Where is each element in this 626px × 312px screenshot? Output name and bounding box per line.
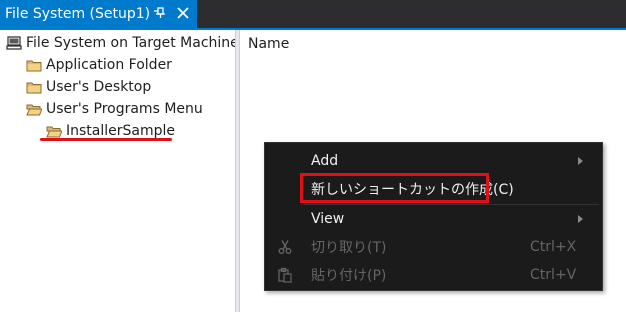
menu-item-cut[interactable]: 切り取り(T) Ctrl+X: [265, 233, 602, 261]
submenu-arrow-icon: [578, 157, 583, 165]
document-tab-strip: File System (Setup1): [0, 0, 626, 28]
folder-open-icon: [46, 126, 62, 138]
submenu-arrow-icon: [578, 215, 583, 223]
menu-item-shortcut: Ctrl+X: [530, 239, 577, 255]
tree-item-users-desktop[interactable]: User's Desktop: [26, 77, 151, 97]
tab-file-system[interactable]: File System (Setup1): [0, 0, 197, 28]
tree-item-label: User's Programs Menu: [46, 101, 203, 117]
column-header-name[interactable]: Name: [248, 36, 289, 52]
folder-open-icon: [26, 104, 42, 116]
tree-item-label: Application Folder: [46, 57, 172, 73]
close-icon[interactable]: [176, 5, 190, 21]
menu-item-add[interactable]: Add: [265, 147, 602, 175]
tree-item-application-folder[interactable]: Application Folder: [26, 55, 172, 75]
tree-root[interactable]: File System on Target Machine: [6, 33, 239, 53]
tree-item-label: InstallerSample: [66, 123, 176, 139]
folder-icon: [26, 82, 42, 94]
file-system-tree: File System on Target Machine Applicatio…: [0, 30, 239, 312]
annotation-highlight-box: [300, 173, 489, 203]
annotation-underline: [40, 138, 172, 141]
tree-item-users-programs-menu[interactable]: User's Programs Menu: [26, 99, 203, 119]
pin-icon[interactable]: [153, 5, 167, 21]
menu-item-label: 貼り付け(P): [311, 268, 387, 284]
menu-item-shortcut: Ctrl+V: [530, 267, 577, 283]
tab-title: File System (Setup1): [5, 6, 151, 22]
menu-item-view[interactable]: View: [265, 205, 602, 233]
menu-item-label: Add: [311, 153, 339, 169]
menu-item-paste[interactable]: 貼り付け(P) Ctrl+V: [265, 261, 602, 289]
tree-item-label: User's Desktop: [46, 79, 152, 95]
menu-item-label: View: [311, 211, 345, 227]
context-menu: Add 新しいショートカットの作成(C) View 切り取り(T) Ctrl+X…: [264, 142, 603, 291]
paste-icon: [278, 267, 292, 283]
tree-root-label: File System on Target Machine: [26, 35, 239, 51]
menu-item-label: 切り取り(T): [311, 240, 387, 256]
folder-icon: [26, 60, 42, 72]
computer-icon: [6, 36, 22, 50]
scissors-icon: [278, 240, 292, 254]
